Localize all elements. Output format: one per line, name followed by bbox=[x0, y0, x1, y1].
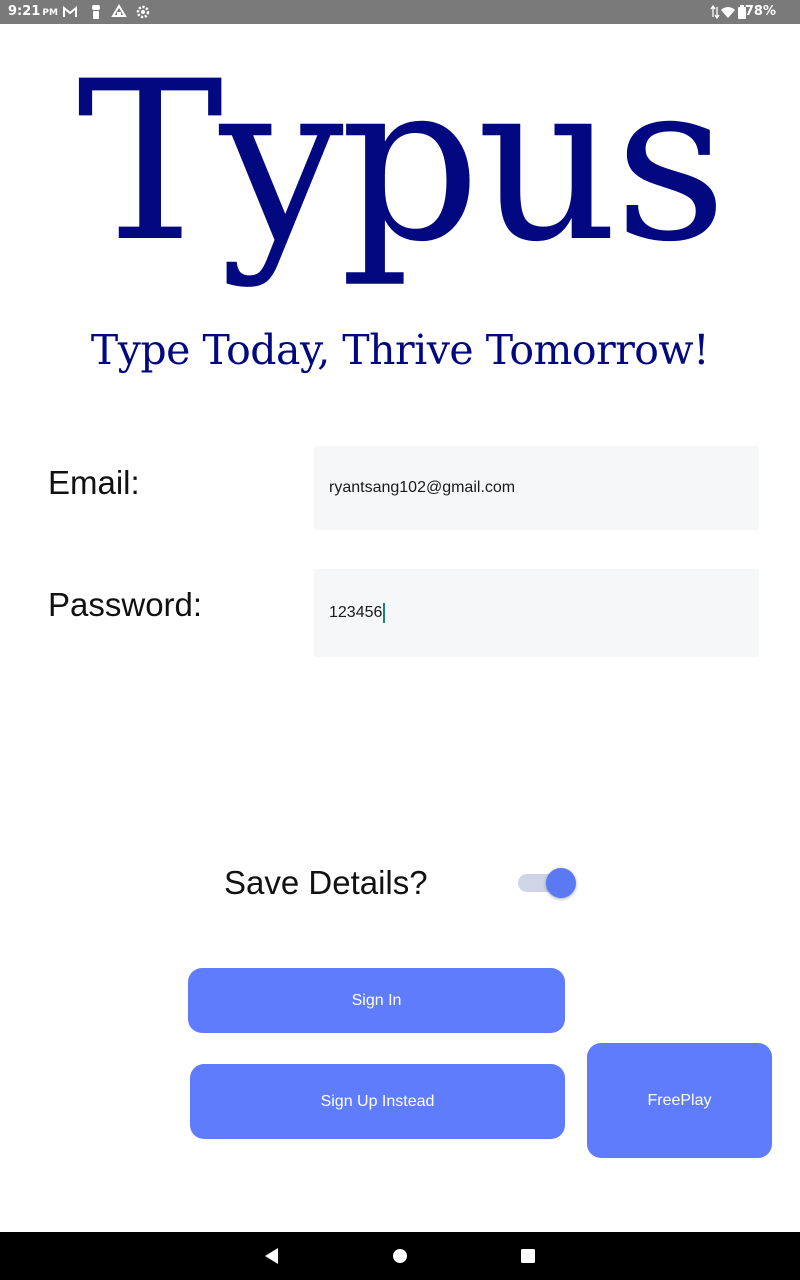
battery-level: 78% bbox=[744, 4, 776, 19]
gmail-icon bbox=[63, 5, 77, 17]
freeplay-label: FreePlay bbox=[647, 1091, 712, 1109]
save-details-label: Save Details? bbox=[224, 864, 428, 901]
save-details-toggle[interactable] bbox=[516, 866, 580, 900]
text-cursor bbox=[383, 603, 386, 623]
freeplay-button[interactable]: FreePlay bbox=[587, 1043, 772, 1158]
password-label: Password: bbox=[48, 586, 203, 623]
home-icon[interactable] bbox=[392, 1246, 408, 1266]
sign-in-button[interactable]: Sign In bbox=[188, 968, 565, 1033]
email-field[interactable]: ryantsang102@gmail.com bbox=[314, 446, 759, 530]
sign-up-label: Sign Up Instead bbox=[320, 1092, 435, 1110]
app-logo: Typus bbox=[76, 34, 727, 290]
recents-icon[interactable] bbox=[520, 1246, 536, 1266]
email-value: ryantsang102@gmail.com bbox=[329, 479, 516, 496]
app-tagline: Type Today, Thrive Tomorrow! bbox=[90, 326, 710, 374]
email-label: Email: bbox=[48, 464, 140, 501]
sign-in-label: Sign In bbox=[351, 991, 402, 1009]
drive-icon bbox=[111, 4, 127, 17]
password-field[interactable]: 123456 bbox=[314, 569, 759, 657]
data-arrows-icon bbox=[710, 4, 720, 20]
wifi-icon bbox=[721, 7, 735, 18]
sign-up-button[interactable]: Sign Up Instead bbox=[190, 1064, 565, 1139]
back-icon[interactable] bbox=[262, 1246, 280, 1266]
settings-icon bbox=[136, 5, 150, 19]
toggle-thumb bbox=[546, 868, 576, 898]
status-time: 9:21 PM bbox=[8, 4, 58, 19]
password-value: 123456 bbox=[329, 604, 383, 621]
figure-icon bbox=[92, 5, 100, 19]
status-bar: 9:21 PM 78% bbox=[0, 0, 800, 24]
navigation-bar bbox=[0, 1232, 800, 1280]
